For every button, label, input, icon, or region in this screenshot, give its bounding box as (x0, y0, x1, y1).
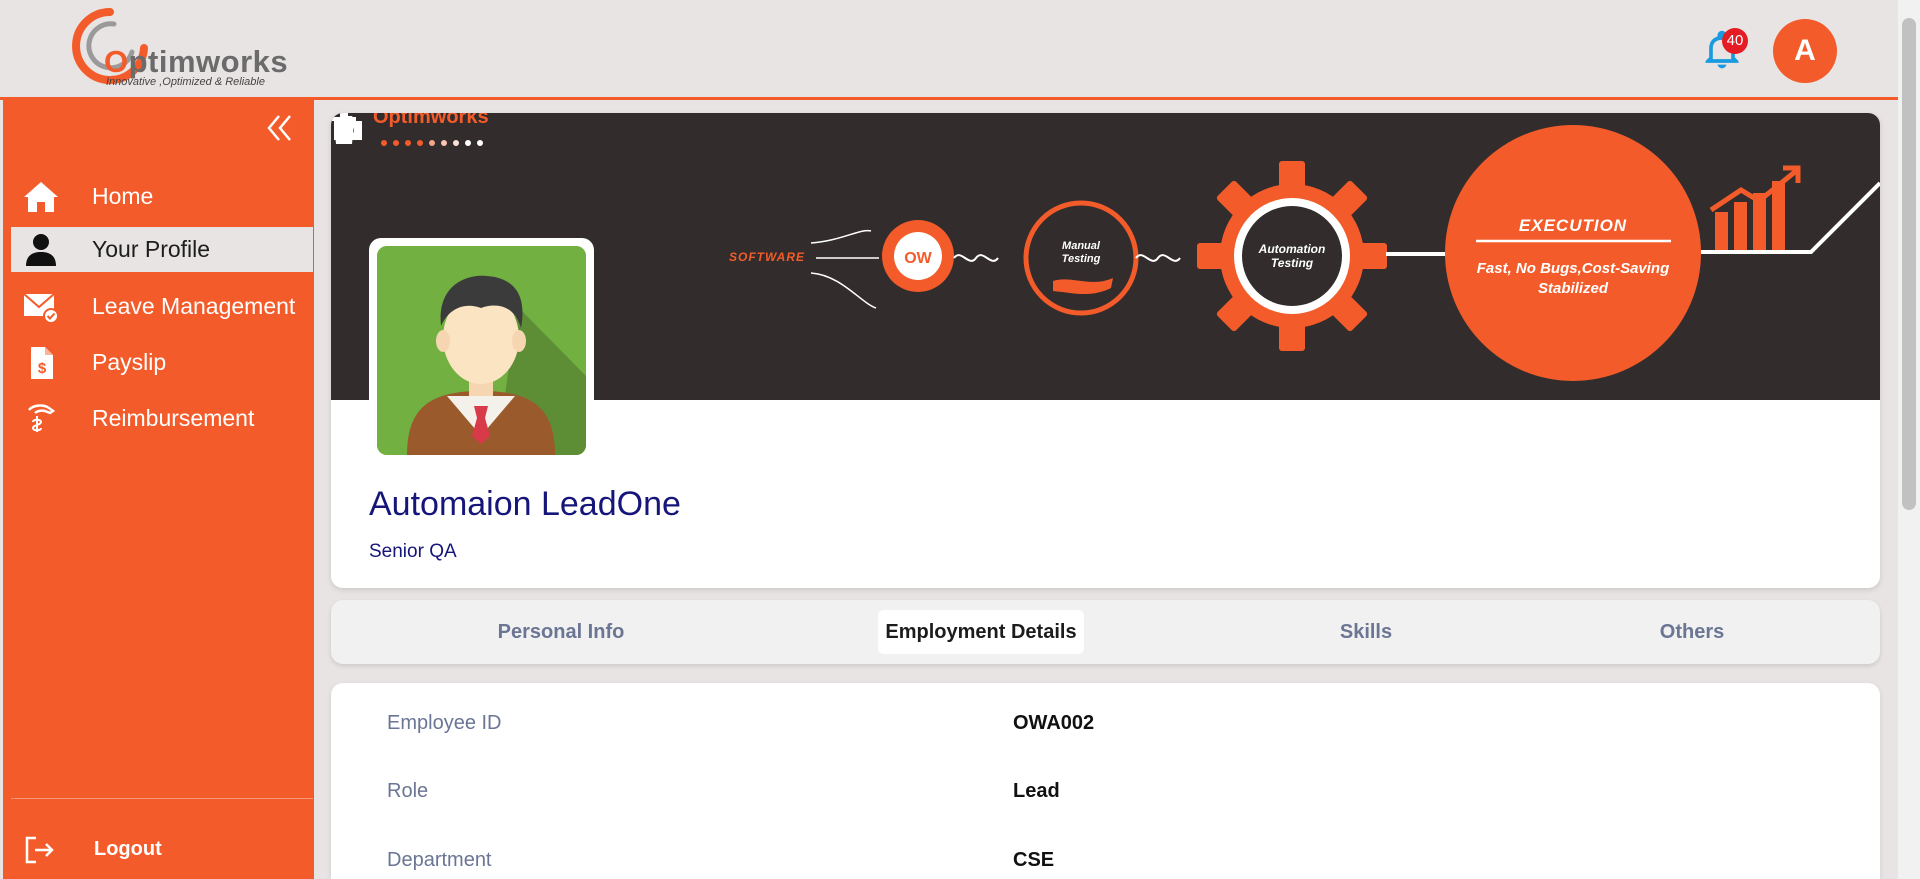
home-icon (24, 182, 58, 212)
profile-photo (377, 246, 586, 455)
top-header: Optimworks Innovative ,Optimized & Relia… (0, 0, 1898, 100)
logo-wordmark: Optimworks (104, 44, 289, 79)
sidebar-item-your-profile[interactable]: Your Profile (11, 227, 313, 272)
svg-text:$: $ (38, 360, 47, 377)
collapse-sidebar-icon[interactable] (263, 112, 295, 144)
logo-tagline: Innovative ,Optimized & Reliable (106, 76, 265, 88)
employee-id-value: OWA002 (1013, 712, 1095, 734)
sidebar-item-payslip[interactable]: $ Payslip (11, 340, 313, 385)
banner-manual-label-2: Testing (1062, 253, 1101, 265)
logout-button[interactable]: Logout (11, 828, 313, 872)
mail-check-icon (23, 293, 59, 324)
hand-money-icon (28, 404, 56, 432)
delete-cover-trash-icon[interactable] (331, 113, 357, 145)
banner-automation-label: Automation (1258, 242, 1326, 256)
logout-icon (25, 836, 54, 864)
notification-count-badge: 40 (1722, 28, 1748, 54)
sidebar-item-home[interactable]: Home (11, 174, 313, 219)
banner-execution-desc: Fast, No Bugs,Cost-Saving (1477, 260, 1670, 277)
optimworks-logo[interactable]: Optimworks Innovative ,Optimized & Relia… (70, 8, 289, 92)
banner-software-label: SOFTWARE (729, 250, 805, 264)
tab-skills[interactable]: Skills (1321, 610, 1411, 654)
avatar-illustration (377, 246, 586, 455)
sidebar-item-label: Leave Management (92, 293, 296, 319)
svg-text:OW: OW (904, 250, 932, 267)
user-icon (26, 234, 56, 266)
payslip-icon: $ (31, 347, 53, 379)
employment-details-panel: Employee ID OWA002 Role Lead Department … (331, 683, 1880, 879)
role-label: Role (387, 780, 429, 802)
banner-automation-label-2: Testing (1271, 256, 1314, 270)
scrollbar-thumb[interactable] (1902, 18, 1916, 510)
profile-card: Optimworks SOFTWARE OW Manual Testing Au… (331, 113, 1880, 588)
profile-tabs: Personal Info Employment Details Skills … (331, 600, 1880, 664)
logout-label: Logout (94, 838, 162, 860)
sidebar-item-label: Home (92, 183, 154, 209)
profile-photo-frame[interactable] (369, 238, 594, 463)
department-label: Department (387, 849, 492, 871)
profile-name: Automaion LeadOne (369, 485, 681, 523)
sidebar-item-label: Payslip (92, 349, 167, 375)
role-value: Lead (1013, 780, 1060, 802)
sidebar-item-label: Reimbursement (92, 405, 255, 431)
profile-designation: Senior QA (369, 541, 457, 562)
employee-id-label: Employee ID (387, 712, 502, 734)
sidebar-item-leave-management[interactable]: Leave Management (11, 284, 313, 329)
department-value: CSE (1013, 849, 1055, 871)
sidebar-item-label: Your Profile (92, 236, 211, 262)
page-scrollbar[interactable] (1898, 0, 1920, 879)
banner-logo-text: Optimworks (373, 113, 489, 128)
tab-employment-details[interactable]: Employment Details (878, 610, 1084, 654)
sidebar: Home Your Profile Leave Management $ Pay… (0, 100, 314, 879)
banner-execution-desc-2: Stabilized (1538, 280, 1609, 297)
tab-others[interactable]: Others (1647, 610, 1737, 654)
sidebar-item-reimbursement[interactable]: Reimbursement (11, 396, 313, 441)
user-avatar-button[interactable]: A (1773, 19, 1837, 83)
sidebar-divider (11, 798, 313, 799)
banner-execution-label: EXECUTION (1519, 216, 1627, 235)
tab-personal-info[interactable]: Personal Info (481, 610, 641, 654)
banner-manual-label: Manual (1062, 240, 1101, 252)
